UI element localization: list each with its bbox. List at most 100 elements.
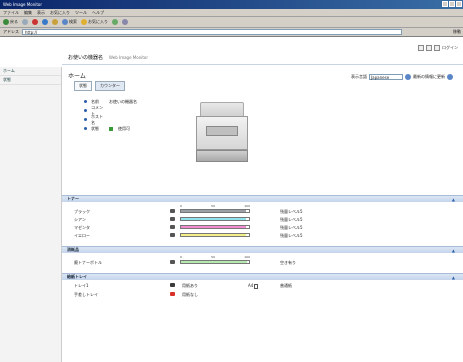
maximize-button[interactable] <box>449 1 455 7</box>
language-selector: 表示言語 Japanese 最新の情報に更新 <box>351 74 453 80</box>
mail-icon <box>122 19 128 25</box>
help-icon[interactable] <box>418 45 424 51</box>
language-select[interactable]: Japanese <box>369 74 403 80</box>
refresh-icon <box>42 19 48 25</box>
tray-row: トレイ1 用紙あり A4 普通紙 <box>74 283 454 290</box>
toner-row: ブラック 残量レベル5 <box>74 209 454 216</box>
scale-tick: 50 <box>211 204 215 208</box>
forward-arrow-icon <box>22 19 28 25</box>
browser-toolbar: 戻る 検索 お気に入り <box>0 17 463 28</box>
close-button[interactable] <box>456 1 462 7</box>
menu-item-edit[interactable]: 編集 <box>24 10 32 16</box>
collapse-toggle-icon[interactable]: ▲ <box>452 197 455 202</box>
app-subtitle: Web Image Monitor <box>109 55 149 60</box>
consumable-level-fill <box>181 261 247 263</box>
toner-cartridge-icon <box>170 217 175 221</box>
window-title: Web Image Monitor <box>3 2 42 7</box>
toner-name: イエロー <box>74 233 90 238</box>
mail-button[interactable] <box>122 19 128 25</box>
window-titlebar: Web Image Monitor <box>0 0 463 9</box>
section-consumables: 消耗品 ▲ <box>62 246 463 253</box>
tab-bar: 状態 カウンター <box>74 81 125 91</box>
toner-row: イエロー 残量レベル5 <box>74 233 454 240</box>
tray-status: 用紙なし <box>182 292 198 297</box>
back-button[interactable]: 戻る <box>3 19 18 25</box>
login-link[interactable]: ログイン <box>442 45 458 51</box>
bullet-icon <box>84 118 87 121</box>
paper-size-label: A4 <box>248 283 254 288</box>
tray-name: 手差しトレイ <box>74 292 98 297</box>
help-circle-icon[interactable] <box>447 74 453 80</box>
info-row: ホスト名 <box>84 114 137 125</box>
toner-status: 残量レベル5 <box>280 217 303 222</box>
refresh-icon[interactable] <box>405 74 411 80</box>
address-label: アドレス <box>3 29 19 34</box>
consumable-name: 廃トナーボトル <box>74 260 102 265</box>
collapse-toggle-icon[interactable]: ▲ <box>452 248 455 253</box>
refresh-link[interactable]: 最新の情報に更新 <box>413 74 445 80</box>
section-toner: トナー ▲ <box>62 195 463 202</box>
minimize-button[interactable] <box>442 1 448 7</box>
sidebar-item-home[interactable]: ホーム <box>0 67 61 76</box>
status-ok-icon <box>109 126 113 131</box>
scale-tick: 100 <box>244 255 250 259</box>
printer-base <box>196 150 248 162</box>
toner-row: マゼンタ 残量レベル5 <box>74 225 454 232</box>
collapse-toggle-icon[interactable]: ▲ <box>452 275 455 280</box>
favorites-label: お気に入り <box>88 19 108 24</box>
refresh-button[interactable] <box>42 19 48 25</box>
favorites-button[interactable]: お気に入り <box>81 19 108 25</box>
back-label: 戻る <box>10 19 18 24</box>
tab-status[interactable]: 状態 <box>74 81 92 91</box>
info-icon[interactable] <box>426 45 432 51</box>
search-label: 検索 <box>69 19 77 24</box>
toner-scale: 0 50 100 <box>180 204 250 208</box>
toner-name: シアン <box>74 217 86 222</box>
toner-level-fill <box>181 234 246 236</box>
bullet-icon <box>84 100 87 103</box>
consumables-scale: 0 50 100 <box>180 255 250 259</box>
bullet-icon <box>84 109 87 112</box>
scale-tick: 0 <box>180 204 182 208</box>
home-button[interactable] <box>52 19 58 25</box>
section-paper-tray: 給紙トレイ ▲ <box>62 273 463 280</box>
toner-level-fill <box>181 218 246 220</box>
menu-item-view[interactable]: 表示 <box>37 10 45 16</box>
toner-level-bar <box>180 209 250 213</box>
user-icon[interactable] <box>434 45 440 51</box>
sidebar-item-status[interactable]: 状態 <box>0 76 61 85</box>
stop-button[interactable] <box>32 19 38 25</box>
section-consumables-title: 消耗品 <box>67 247 79 252</box>
address-url: http:// <box>25 29 38 35</box>
go-button[interactable]: 移動 <box>453 29 461 35</box>
page-content: ログイン お使いの機器名 Web Image Monitor ホーム 状態 ホーム… <box>0 37 463 362</box>
search-button[interactable]: 検索 <box>62 19 77 25</box>
back-arrow-icon <box>3 19 9 25</box>
toner-cartridge-icon <box>170 225 175 229</box>
toner-status: 残量レベル5 <box>280 233 303 238</box>
consumable-row: 廃トナーボトル 空き有り <box>74 260 454 267</box>
menu-item-file[interactable]: ファイル <box>3 10 19 16</box>
search-icon <box>62 19 68 25</box>
menu-item-favorites[interactable]: お気に入り <box>50 10 70 16</box>
tray-status: 用紙あり <box>182 283 198 288</box>
tray-status-icon <box>170 292 175 296</box>
toner-level-bar <box>180 217 250 221</box>
device-name-title: お使いの機器名 <box>68 55 104 61</box>
paper-orientation-icon <box>254 283 259 289</box>
forward-button[interactable] <box>22 19 28 25</box>
tray-status-icon <box>170 283 175 287</box>
tab-counter[interactable]: カウンター <box>95 81 125 91</box>
address-bar: アドレス http:// 移動 <box>0 28 463 37</box>
menu-item-tools[interactable]: ツール <box>75 10 87 16</box>
toner-level-bar <box>180 233 250 237</box>
address-input[interactable]: http:// <box>22 29 402 35</box>
menu-item-help[interactable]: ヘルプ <box>92 10 104 16</box>
menubar: ファイル 編集 表示 お気に入り ツール ヘルプ <box>0 9 463 17</box>
info-label: 状態 <box>91 125 99 131</box>
media-button[interactable] <box>112 19 118 25</box>
toner-level-fill <box>181 226 246 228</box>
bullet-icon <box>84 127 87 130</box>
info-row: 状態 使用可 <box>84 124 137 133</box>
section-toner-title: トナー <box>67 196 79 201</box>
